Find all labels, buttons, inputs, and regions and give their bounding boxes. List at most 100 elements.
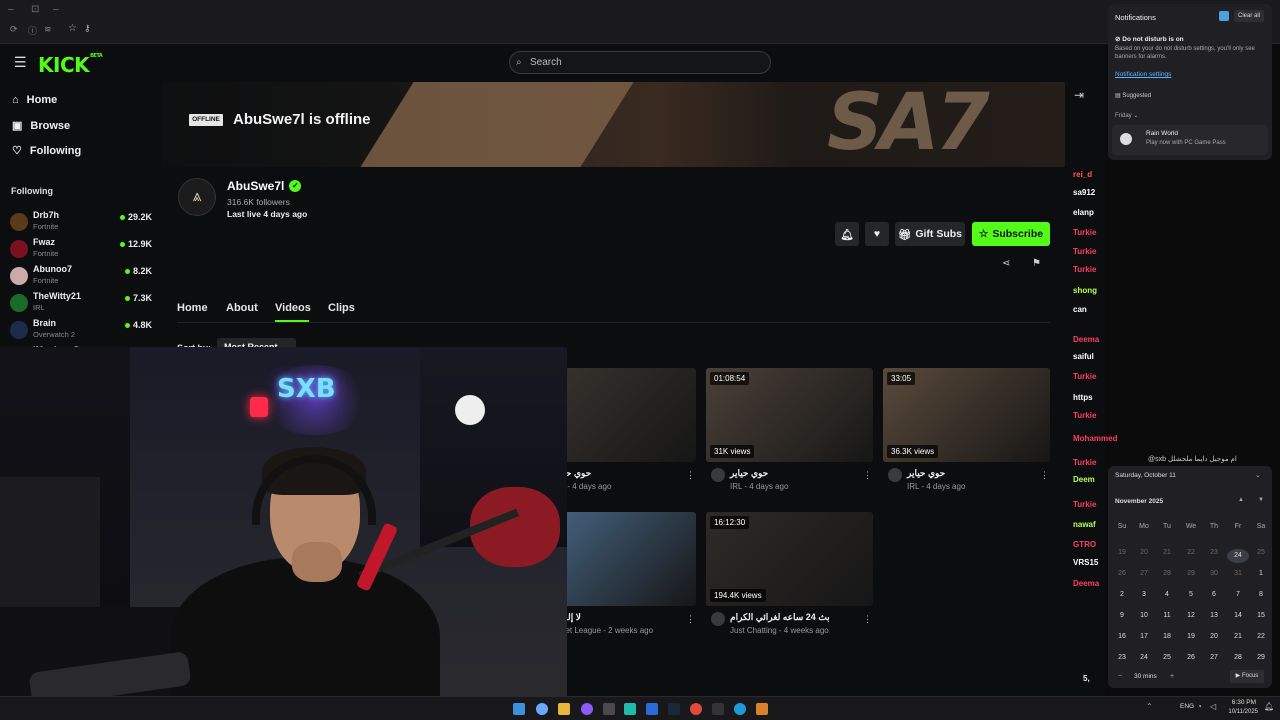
tab-clips[interactable]: Clips (328, 302, 355, 314)
chat-username[interactable]: Turkie (1073, 247, 1096, 256)
chat-username[interactable]: rei_d (1073, 170, 1092, 179)
follow-heart-button[interactable]: ♥ (865, 222, 889, 246)
nav-home[interactable]: ⌂ Home (12, 94, 57, 106)
video-thumbnail[interactable]: 01:08:54 31K views (706, 368, 873, 462)
chat-username[interactable]: shong (1073, 286, 1097, 295)
start-icon[interactable] (513, 703, 525, 715)
calendar-day[interactable]: 12 (1180, 612, 1202, 619)
friday-row[interactable]: Friday ⌄ (1115, 112, 1138, 119)
following-item[interactable]: Brain Overwatch 2 4.8K (10, 318, 152, 344)
calendar-day[interactable]: 5 (1180, 591, 1202, 598)
chat-username[interactable]: elanp (1073, 208, 1094, 217)
discord-icon[interactable] (581, 703, 593, 715)
calendar-day[interactable]: 23 (1111, 654, 1133, 661)
translate-icon[interactable]: ≋ (44, 24, 52, 35)
app-icon[interactable] (646, 703, 658, 715)
calendar-day[interactable]: 21 (1156, 549, 1178, 556)
video-title[interactable]: بث 24 ساعه لغرائي الكرام (730, 612, 830, 623)
star-icon[interactable]: ☆ (68, 23, 77, 34)
calendar-day[interactable]: 10 (1133, 612, 1155, 619)
calendar-day[interactable]: 18 (1156, 633, 1178, 640)
calendar-day[interactable]: 17 (1133, 633, 1155, 640)
window-control[interactable]: – (53, 4, 59, 15)
chat-username[interactable]: Turkie (1073, 411, 1096, 420)
nav-following[interactable]: ♡ Following (12, 144, 81, 158)
chat-username[interactable]: Deema (1073, 335, 1099, 344)
calendar-day[interactable]: 20 (1203, 633, 1225, 640)
chat-username[interactable]: Turkie (1073, 500, 1096, 509)
app-icon[interactable] (712, 703, 724, 715)
chat-username[interactable]: Turkie (1073, 228, 1096, 237)
following-item[interactable]: TheWitty21 IRL 7.3K (10, 291, 152, 317)
tray-chevron-icon[interactable]: ⌃ (1146, 702, 1153, 711)
calendar-day[interactable]: 3 (1133, 591, 1155, 598)
chat-username[interactable]: Turkie (1073, 265, 1096, 274)
clear-all-button[interactable]: Clear all (1234, 10, 1264, 22)
app-icon[interactable] (756, 703, 768, 715)
chat-username[interactable]: Turkie (1073, 372, 1096, 381)
calendar-day[interactable]: 25 (1156, 654, 1178, 661)
calendar-day[interactable]: 9 (1111, 612, 1133, 619)
tab-about[interactable]: About (226, 302, 258, 314)
calendar-next-icon[interactable]: ▼ (1258, 497, 1264, 503)
calendar-day[interactable]: 26 (1111, 570, 1133, 577)
following-item[interactable]: Fwaz Fortnite 12.9K (10, 237, 152, 263)
focus-button[interactable]: ▶ Focus (1230, 670, 1264, 683)
collapse-chat-icon[interactable]: ⇥ (1074, 88, 1084, 102)
more-icon[interactable]: ⋮ (686, 470, 695, 481)
focus-plus-icon[interactable]: + (1170, 673, 1174, 680)
report-icon[interactable]: ⚑ (1032, 258, 1041, 269)
following-item[interactable]: Drb7h Fortnite 29.2K (10, 210, 152, 236)
calendar-day[interactable]: 29 (1180, 570, 1202, 577)
volume-icon[interactable]: ◁ (1210, 702, 1216, 711)
tab-videos[interactable]: Videos (275, 302, 311, 314)
chat-username[interactable]: Mohammed (1073, 434, 1117, 443)
edge-icon[interactable] (734, 703, 746, 715)
calendar-day[interactable]: 19 (1180, 633, 1202, 640)
game-pass-notification[interactable]: Rain World Play now with PC Game Pass (1112, 125, 1268, 155)
key-icon[interactable]: ⚷ (84, 23, 91, 34)
clock-date[interactable]: 10/11/2025 (1226, 709, 1258, 715)
chat-username[interactable]: Deem (1073, 475, 1095, 484)
chat-username[interactable]: Turkie (1073, 458, 1096, 467)
calendar-day[interactable]: 28 (1156, 570, 1178, 577)
more-icon[interactable]: ⋮ (863, 614, 872, 625)
calendar-day[interactable]: 27 (1203, 654, 1225, 661)
calendar-day[interactable]: 24 (1133, 654, 1155, 661)
calendar-prev-icon[interactable]: ▲ (1238, 497, 1244, 503)
chat-username[interactable]: GTRO (1073, 540, 1096, 549)
tab-home[interactable]: Home (177, 302, 208, 314)
notification-bell-icon[interactable]: 🔔︎ (1264, 702, 1274, 711)
calendar-day[interactable]: 1 (1250, 570, 1272, 577)
calendar-day[interactable]: 22 (1180, 549, 1202, 556)
calendar-day[interactable]: 22 (1250, 633, 1272, 640)
copilot-icon[interactable] (536, 703, 548, 715)
language-indicator[interactable]: ENG (1180, 703, 1194, 710)
video-thumbnail[interactable]: 33:05 36.3K views (883, 368, 1050, 462)
calendar-day[interactable]: 31 (1227, 570, 1249, 577)
chat-username[interactable]: https (1073, 393, 1093, 402)
info-icon[interactable]: ⓘ (28, 24, 37, 37)
chat-username[interactable]: can (1073, 305, 1087, 314)
app-icon[interactable] (603, 703, 615, 715)
chat-username[interactable]: Deema (1073, 579, 1099, 588)
more-icon[interactable]: ⋮ (686, 614, 695, 625)
calendar-day[interactable]: 2 (1111, 591, 1133, 598)
chat-username[interactable]: saiful (1073, 352, 1094, 361)
calendar-day[interactable]: 30 (1203, 570, 1225, 577)
focus-minus-icon[interactable]: − (1118, 673, 1122, 680)
calendar-day[interactable]: 20 (1133, 549, 1155, 556)
video-title[interactable]: حوي حياير (730, 468, 768, 479)
more-icon[interactable]: ⋮ (1040, 470, 1049, 481)
calendar-day[interactable]: 8 (1250, 591, 1272, 598)
subscribe-button[interactable]: ☆ Subscribe (972, 222, 1050, 246)
calendar-day[interactable]: 14 (1227, 612, 1249, 619)
steam-icon[interactable] (668, 703, 680, 715)
file-explorer-icon[interactable] (558, 703, 570, 715)
calendar-day[interactable]: 11 (1156, 612, 1178, 619)
calendar-day[interactable]: 29 (1250, 654, 1272, 661)
search-input[interactable]: ⌕ Search (509, 51, 771, 74)
calendar-day[interactable]: 13 (1203, 612, 1225, 619)
app-icon[interactable] (624, 703, 636, 715)
calendar-month[interactable]: November 2025 (1115, 498, 1163, 505)
